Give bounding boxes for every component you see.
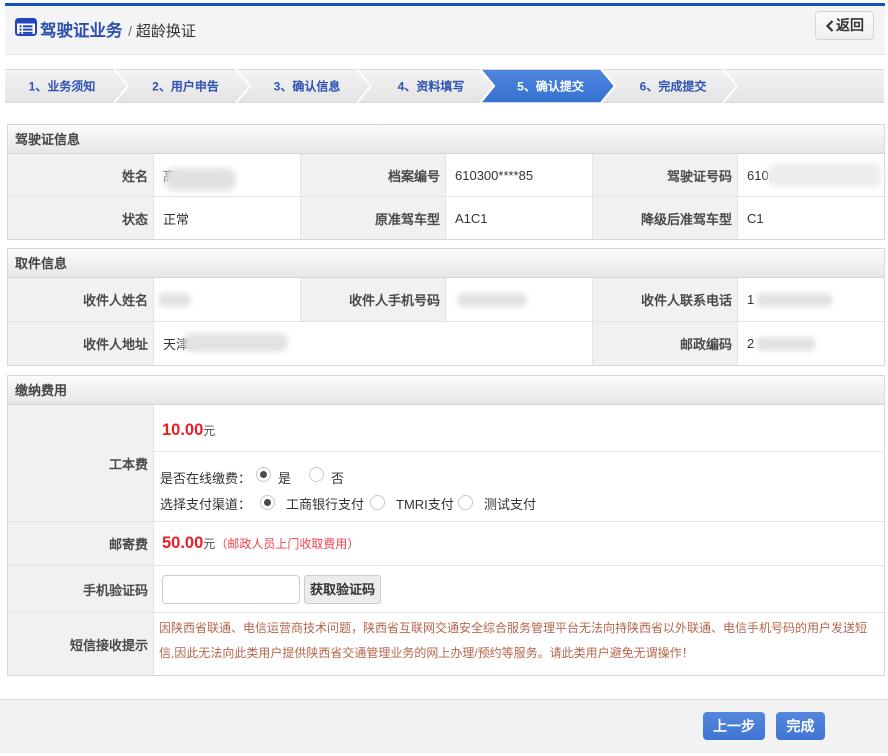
svg-text:5、确认提交: 5、确认提交 [517,79,584,94]
svg-text:2、用户申告: 2、用户申告 [152,79,219,94]
svg-text:3、确认信息: 3、确认信息 [274,79,341,94]
svg-text:4、资料填写: 4、资料填写 [398,79,465,94]
svg-text:1、业务须知: 1、业务须知 [29,79,96,94]
svg-text:6、完成提交: 6、完成提交 [640,79,707,94]
